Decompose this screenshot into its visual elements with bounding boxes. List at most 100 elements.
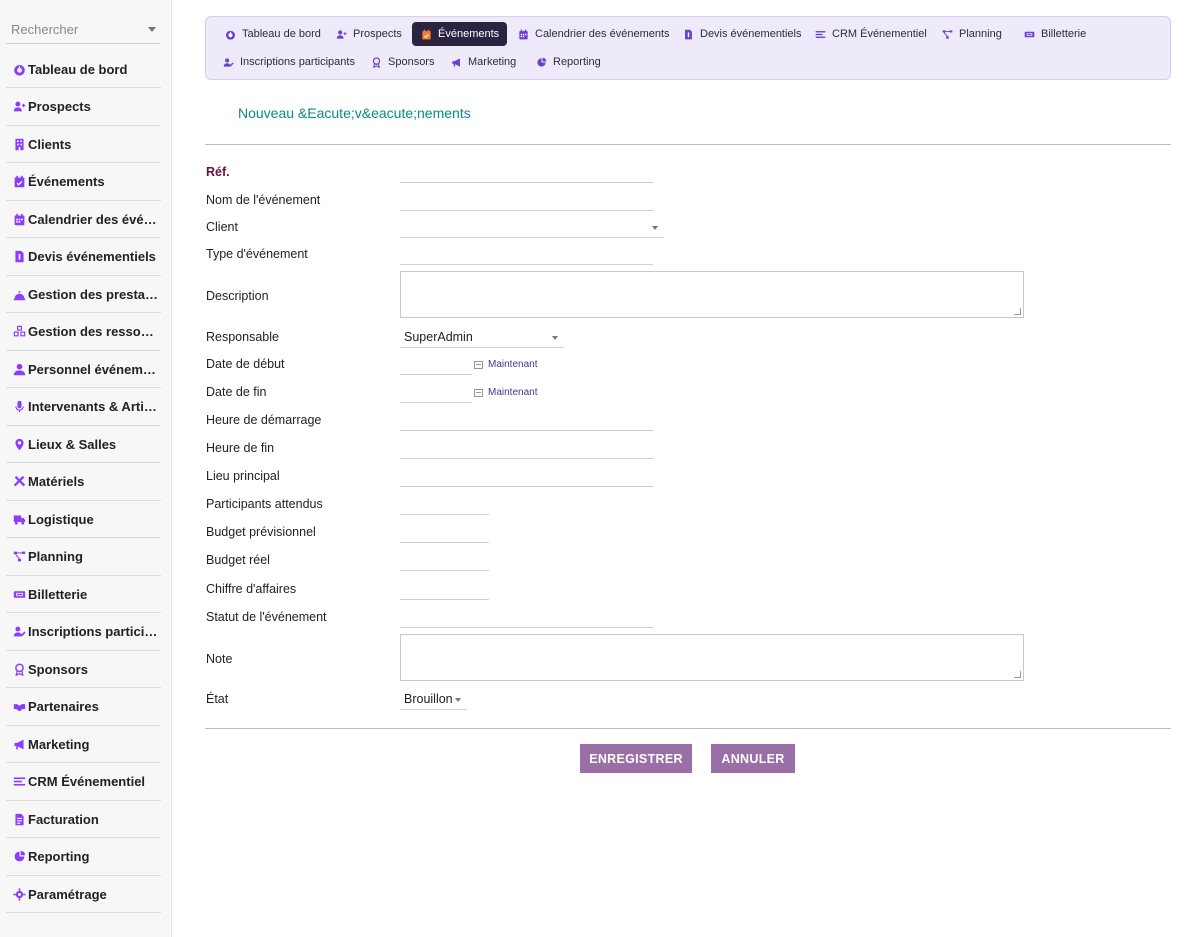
now-label: Maintenant [488, 359, 538, 370]
dashboard-icon [11, 61, 27, 77]
tab[interactable]: Prospects [327, 22, 410, 46]
note-textarea[interactable] [400, 634, 1024, 681]
sidebar-item[interactable]: Événements [6, 164, 161, 201]
tab[interactable]: Calendrier des événements [509, 22, 678, 46]
sidebar-item-label: Lieux & Salles [28, 436, 117, 452]
invoice-icon [682, 28, 694, 40]
sidebar-item[interactable]: CRM Événementiel [6, 764, 161, 801]
tab[interactable]: Devis événementiels [674, 22, 810, 46]
calendar-check-icon [420, 28, 432, 40]
state-select[interactable]: Brouillon [400, 690, 467, 710]
sidebar-item-label: Gestion des prestations [28, 286, 160, 302]
sidebar-item[interactable]: Tableau de bord [6, 51, 161, 88]
event-type-input[interactable] [400, 245, 653, 265]
sidebar-item[interactable]: Prospects [6, 89, 161, 126]
sidebar-item-label: Paramétrage [28, 886, 107, 902]
ref-input[interactable] [400, 163, 653, 183]
end-date-now-link[interactable]: Maintenant [474, 387, 537, 398]
start-date-input[interactable] [400, 355, 472, 375]
tab-label: CRM Événementiel [832, 28, 927, 40]
actual-budget-input[interactable] [400, 551, 489, 571]
tab-label: Sponsors [388, 56, 435, 68]
sidebar-item-label: Planning [28, 549, 83, 564]
search-placeholder: Rechercher [11, 22, 79, 37]
bullhorn-icon [450, 56, 462, 68]
main-venue-label: Lieu principal [206, 469, 280, 483]
sidebar-item-label: Facturation [28, 811, 99, 827]
tab[interactable]: Tableau de bord [216, 22, 329, 46]
description-textarea[interactable] [400, 271, 1024, 318]
sidebar-item[interactable]: Marketing [6, 726, 161, 763]
sidebar-item[interactable]: Devis événementiels [6, 239, 161, 276]
chevron-down-icon [148, 27, 156, 32]
sidebar-item[interactable]: Inscriptions participants [6, 614, 161, 651]
cancel-button[interactable]: ANNULER [711, 744, 795, 773]
sidebar-item[interactable]: Lieux & Salles [6, 426, 161, 463]
tab[interactable]: Billetterie [1015, 22, 1094, 46]
sidebar-item[interactable]: Calendrier des événements [6, 201, 161, 238]
start-date-now-link[interactable]: Maintenant [474, 359, 537, 370]
project-diagram-icon [11, 549, 27, 565]
sidebar-item[interactable]: Intervenants & Artistes [6, 389, 161, 426]
sidebar-item[interactable]: Billetterie [6, 576, 161, 613]
responsible-select[interactable]: SuperAdmin [400, 328, 564, 348]
event-status-input[interactable] [400, 608, 653, 628]
sidebar-item[interactable]: Logistique [6, 501, 161, 538]
sidebar-item[interactable]: Matériels [6, 464, 161, 501]
forecast-budget-input[interactable] [400, 523, 489, 543]
sidebar-item[interactable]: Reporting [6, 839, 161, 876]
sidebar-item-label: Reporting [28, 849, 90, 864]
tab[interactable]: Reporting [527, 50, 609, 74]
resize-grip-icon[interactable] [1014, 671, 1021, 678]
building-icon [11, 136, 27, 152]
resize-grip-icon[interactable] [1014, 308, 1021, 315]
sidebar-item[interactable]: Personnel événementiel [6, 351, 161, 388]
main-venue-input[interactable] [400, 467, 653, 487]
sidebar: Rechercher Tableau de bord Prospects Clien… [0, 0, 172, 937]
end-date-label: Date de fin [206, 385, 267, 399]
sidebar-item[interactable]: Partenaires [6, 689, 161, 726]
calendar-icon [517, 28, 529, 40]
sidebar-item-label: Devis événementiels [28, 249, 156, 264]
user-edit-icon [11, 624, 27, 640]
sidebar-item-label: Inscriptions participants [28, 624, 160, 639]
microphone-icon [11, 399, 27, 415]
expected-participants-input[interactable] [400, 495, 489, 515]
tab[interactable]: CRM Événementiel [806, 22, 935, 46]
client-select[interactable] [400, 218, 664, 238]
event-name-input[interactable] [400, 191, 653, 211]
save-button[interactable]: ENREGISTRER [580, 744, 692, 773]
award-icon [370, 56, 382, 68]
sidebar-item[interactable]: Gestion des prestations [6, 276, 161, 313]
award-icon [11, 661, 27, 677]
tab[interactable]: Sponsors [362, 50, 442, 74]
revenue-input[interactable] [400, 580, 489, 600]
sidebar-item-label: Personnel événementiel [28, 361, 160, 377]
sidebar-item[interactable]: Planning [6, 539, 161, 576]
tab-label: Inscriptions participants [240, 56, 355, 68]
sidebar-item[interactable]: Gestion des ressources [6, 314, 161, 351]
expected-participants-label: Participants attendus [206, 497, 323, 511]
client-label: Client [206, 220, 238, 234]
search-select[interactable]: Rechercher [6, 14, 160, 44]
tab-label: Devis événementiels [700, 28, 802, 40]
sidebar-item[interactable]: Paramétrage [6, 876, 161, 913]
event-name-label: Nom de l'événement [206, 193, 321, 207]
sidebar-item[interactable]: Clients [6, 126, 161, 163]
responsible-label: Responsable [206, 330, 279, 344]
end-time-input[interactable] [400, 439, 653, 459]
sidebar-item[interactable]: Sponsors [6, 651, 161, 688]
list-icon [11, 774, 27, 790]
tab[interactable]: Inscriptions participants [214, 50, 363, 74]
tab[interactable]: Planning [933, 22, 1010, 46]
project-diagram-icon [941, 28, 953, 40]
sidebar-item-label: Événements [28, 174, 105, 189]
tab[interactable]: Marketing [442, 50, 524, 74]
tab-label: Reporting [553, 56, 601, 68]
sidebar-item-label: Intervenants & Artistes [28, 399, 160, 414]
sidebar-item[interactable]: Facturation [6, 801, 161, 838]
start-time-input[interactable] [400, 411, 653, 431]
end-date-input[interactable] [400, 383, 472, 403]
event-status-label: Statut de l'événement [206, 610, 327, 624]
tab[interactable]: Événements [412, 22, 508, 46]
